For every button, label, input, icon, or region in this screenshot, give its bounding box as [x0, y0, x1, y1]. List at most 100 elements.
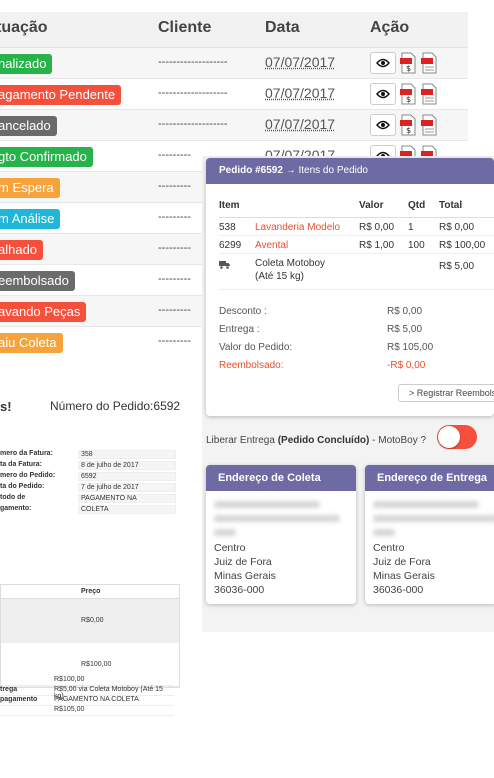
modal-title-order: Pedido #6592 [219, 165, 283, 176]
col-total: Total [439, 200, 462, 211]
invoice-info-row: todo de PAGAMENTO NA [0, 494, 176, 503]
invoice-items: Preço R$0,00 R$100,00 [0, 584, 180, 688]
summary-row: Valor do Pedido: R$ 105,00 [219, 342, 459, 360]
invoice-info-row: mero da Fatura: 358 [0, 450, 176, 459]
header-acao: Ação [370, 19, 409, 37]
order-date: 07/07/2017 [265, 54, 335, 70]
item-name-link[interactable]: Lavanderia Modelo [255, 222, 340, 233]
pdf-icon[interactable] [420, 83, 438, 105]
status-badge: agamento Pendente [0, 85, 121, 105]
card-title: Endereço de Entrega [365, 465, 494, 491]
invoice-total-row: trega R$5,00 via Coleta Motoboy (Até 15 k… [0, 686, 174, 696]
modal-items-table: Item Valor Qtd Total 538 Lavanderia Mode… [219, 196, 494, 290]
shipping-total: R$ 5,00 [439, 261, 474, 272]
client-name: --------- [158, 149, 191, 161]
order-date: 07/07/2017 [265, 85, 335, 101]
toggle-knob [438, 426, 460, 448]
invoice-total-row: R$100,00 [0, 676, 174, 686]
summary-label: Reembolsado: [219, 360, 283, 371]
address-cep: 36036-000 [214, 584, 264, 596]
item-qtd: 100 [408, 240, 425, 251]
modal-summary: Desconto : R$ 0,00 Entrega : R$ 5,00 Valor… [219, 306, 459, 378]
invoice-info-label: gamento: [0, 505, 78, 514]
item-qtd: 1 [408, 222, 414, 233]
invoice-total-row: pagamento PAGAMENTO NA COLETA [0, 696, 174, 706]
status-badge: nalizado [0, 54, 52, 74]
table-row[interactable]: ancelado ------------------- 07/07/2017 $ [0, 110, 468, 141]
status-badge: alhado [0, 240, 43, 260]
invoice-order-number: Número do Pedido:6592 [50, 399, 180, 413]
summary-label: Valor do Pedido: [219, 342, 292, 353]
invoice-info-label: ta da Fatura: [0, 461, 78, 470]
row-actions: $ [370, 114, 438, 136]
client-name: ------------------- [158, 87, 228, 99]
table-row[interactable]: nalizado ------------------- 07/07/2017 $ [0, 48, 468, 79]
status-badge: eembolsado [0, 271, 75, 291]
col-item: Item [219, 200, 240, 211]
invoice-info-value: 8 de julho de 2017 [78, 461, 176, 470]
table-header: tuação Cliente Data Ação [0, 12, 468, 48]
invoice-info-label: mero do Pedido: [0, 472, 78, 481]
invoice-total-label [0, 706, 54, 715]
shipping-name: Coleta Motoboy [255, 258, 325, 269]
invoice-info-label: mero da Fatura: [0, 450, 78, 459]
client-name: --------- [158, 273, 191, 285]
address-bairro: Centro [214, 542, 246, 554]
price-header: Preço [81, 588, 100, 595]
client-name: ------------------- [158, 118, 228, 130]
eye-icon[interactable] [370, 83, 396, 105]
svg-text:$: $ [406, 64, 411, 73]
item-name-link[interactable]: Avental [255, 240, 288, 251]
item-total: R$ 100,00 [439, 240, 485, 251]
invoice-total-value: PAGAMENTO NA COLETA [54, 696, 174, 705]
modal-header: Pedido #6592 → Itens do Pedido [206, 158, 494, 184]
summary-row-refund: Reembolsado: -R$ 0,00 [219, 360, 459, 378]
pdf-icon[interactable] [420, 52, 438, 74]
summary-row: Entrega : R$ 5,00 [219, 324, 459, 342]
invoice-total-label: trega [0, 686, 54, 695]
client-name: --------- [158, 180, 191, 192]
address-cidade: Juiz de Fora [214, 556, 272, 568]
release-delivery-label: Liberar Entrega (Pedido Concluído) - Mot… [206, 435, 426, 446]
eye-icon[interactable] [370, 114, 396, 136]
summary-value: R$ 0,00 [387, 306, 422, 317]
summary-value: R$ 105,00 [387, 342, 433, 353]
invoice-total-value: R$100,00 [54, 676, 174, 685]
invoice-info-value: COLETA [78, 505, 176, 514]
address-cep: 36036-000 [373, 584, 423, 596]
invoice-info-value: PAGAMENTO NA [78, 494, 176, 503]
address-estado: Minas Gerais [214, 570, 276, 582]
invoice-exclamation: s! [0, 399, 12, 414]
delivery-address-card: Endereço de Entrega Centro Juiz de Fora … [365, 465, 494, 604]
header-situacao: tuação [0, 19, 48, 37]
invoice-preview: s! Número do Pedido:6592 mero da Fatura:… [0, 390, 182, 750]
register-refund-button[interactable]: > Registrar Reembolso [398, 384, 494, 402]
item-id: 538 [219, 222, 236, 233]
eye-icon[interactable] [370, 52, 396, 74]
invoice-total-value: R$105,00 [54, 706, 174, 715]
release-bold: (Pedido Concluído) [278, 435, 370, 446]
client-name: --------- [158, 211, 191, 223]
pdf-dollar-icon[interactable]: $ [399, 114, 417, 136]
invoice-info-row: ta da Fatura: 8 de julho de 2017 [0, 461, 176, 470]
invoice-info-label: todo de [0, 494, 78, 503]
redacted-street [373, 501, 479, 508]
order-date: 07/07/2017 [265, 116, 335, 132]
row-actions: $ [370, 52, 438, 74]
pdf-dollar-icon[interactable]: $ [399, 52, 417, 74]
redacted-street [214, 501, 320, 508]
pdf-icon[interactable] [420, 114, 438, 136]
invoice-info-row: mero do Pedido: 6592 [0, 472, 176, 481]
table-row[interactable]: agamento Pendente ------------------- 07/0… [0, 79, 468, 110]
invoice-total-value: R$5,00 via Coleta Motoboy (Até 15 kg) [54, 686, 174, 695]
address-bairro: Centro [373, 542, 405, 554]
invoice-total-label: pagamento [0, 696, 54, 705]
svg-text:$: $ [406, 126, 411, 135]
card-title: Endereço de Coleta [206, 465, 356, 491]
redacted-number [373, 515, 494, 522]
pdf-dollar-icon[interactable]: $ [399, 83, 417, 105]
release-delivery-toggle[interactable] [437, 425, 477, 449]
truck-icon [219, 260, 230, 272]
client-name: --------- [158, 335, 191, 347]
invoice-info-value: 358 [78, 450, 176, 459]
